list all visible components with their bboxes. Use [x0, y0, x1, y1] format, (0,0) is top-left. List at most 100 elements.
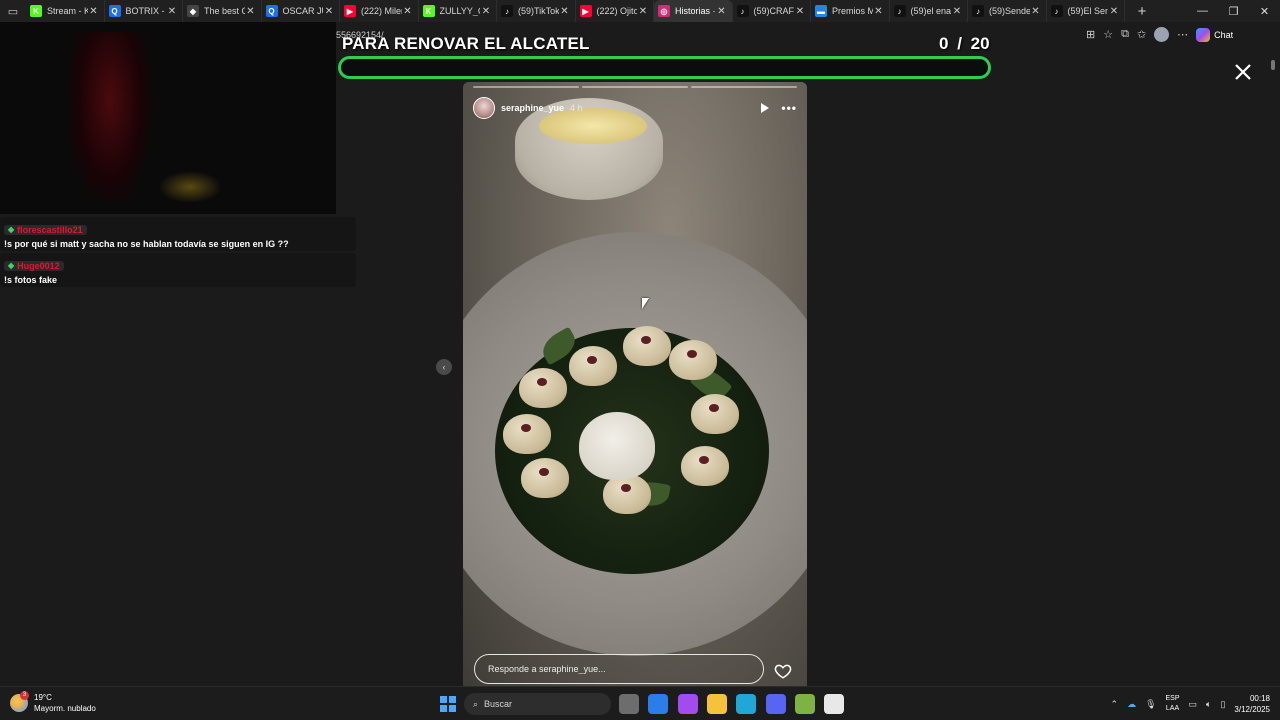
- browser-tab[interactable]: ▶ (222) Miler ✕: [340, 0, 419, 22]
- tab-close-icon[interactable]: ✕: [88, 6, 100, 17]
- heart-icon[interactable]: [774, 662, 792, 680]
- favorite-star-icon[interactable]: ☆: [1103, 28, 1113, 41]
- copilot-icon: [1196, 27, 1211, 42]
- language-indicator[interactable]: ESP LAA: [1166, 694, 1180, 714]
- more-options-icon[interactable]: •••: [781, 101, 797, 115]
- tiktok-icon: ♪: [1050, 5, 1063, 17]
- profile-avatar[interactable]: [1154, 27, 1170, 42]
- copilot-chat-label: Chat: [1214, 29, 1234, 40]
- previous-story-button[interactable]: ‹: [436, 359, 452, 375]
- tab-list: KStream - K✕QBOTRIX - E✕◆The best C✕QOSC…: [26, 0, 1125, 22]
- kick-icon: K: [422, 5, 435, 17]
- volume-icon[interactable]: 🔈︎: [1206, 699, 1211, 710]
- windows-start-icon[interactable]: [440, 696, 456, 712]
- edge-icon[interactable]: [736, 694, 757, 714]
- browser-tab[interactable]: ♪ (59)Sende ✕: [968, 0, 1047, 22]
- discord-icon[interactable]: [765, 694, 786, 714]
- tab-close-icon[interactable]: ✕: [794, 6, 806, 17]
- file-explorer-icon[interactable]: [706, 694, 727, 714]
- tab-title: Stream - K: [47, 6, 88, 16]
- browser-tab[interactable]: K Stream - K ✕: [26, 0, 105, 22]
- system-tray: ⌃ ☁ 🎙︎ ESP LAA ▭ 🔈︎ ▯ 00:18 3/12/2025: [1111, 693, 1270, 715]
- tab-close-icon[interactable]: ✕: [637, 6, 649, 17]
- diamond-icon: ◆: [187, 5, 199, 17]
- minimize-button[interactable]: —: [1187, 0, 1218, 22]
- browser-tab[interactable]: ♪ (59)El Sen ✕: [1047, 0, 1125, 22]
- xbox-icon[interactable]: [794, 694, 815, 714]
- tab-title: ZULLYY_C3: [439, 6, 481, 16]
- avatar[interactable]: [473, 97, 495, 119]
- new-tab-button[interactable]: +: [1131, 3, 1153, 20]
- show-hidden-icons-icon[interactable]: ⌃: [1111, 699, 1119, 710]
- chrome-icon[interactable]: [824, 694, 845, 714]
- story-header: seraphine_yue 4 h •••: [473, 96, 797, 120]
- goal-title: PARA RENOVAR EL ALCATEL: [342, 34, 590, 53]
- tab-title: BOTRIX - E: [125, 6, 167, 16]
- chat-text: !s fotos fake: [4, 275, 58, 285]
- tab-close-icon[interactable]: ✕: [873, 6, 885, 17]
- tab-close-icon[interactable]: ✕: [951, 6, 963, 17]
- browser-tab-strip: ▭ KStream - K✕QBOTRIX - E✕◆The best C✕QO…: [0, 0, 1280, 22]
- tab-close-icon[interactable]: ✕: [716, 6, 728, 17]
- tab-title: (222) Miler: [361, 6, 402, 16]
- reply-input[interactable]: [474, 654, 764, 684]
- mouse-cursor-icon: [642, 298, 649, 309]
- close-icon[interactable]: [1234, 63, 1252, 81]
- tab-close-icon[interactable]: ✕: [480, 6, 492, 17]
- tab-close-icon[interactable]: ✕: [1030, 6, 1042, 17]
- play-icon[interactable]: [761, 103, 770, 113]
- extensions-icon[interactable]: ⧉: [1121, 28, 1129, 41]
- browser-tab[interactable]: Q BOTRIX - E✕: [105, 0, 183, 22]
- tab-close-icon[interactable]: ✕: [559, 6, 571, 17]
- store-icon[interactable]: [648, 694, 669, 714]
- kick-icon: K: [30, 5, 42, 17]
- search-icon: Q: [265, 5, 278, 17]
- cloudy-weather-icon: 3: [10, 691, 29, 712]
- copilot-app-icon[interactable]: [677, 694, 698, 714]
- more-menu-icon[interactable]: ⋯: [1177, 28, 1188, 41]
- browser-tab[interactable]: ▬ Premios M ✕: [811, 0, 890, 22]
- tab-actions-icon[interactable]: ▭: [0, 0, 26, 22]
- story-card[interactable]: seraphine_yue 4 h •••: [463, 82, 807, 694]
- search-icon: Q: [108, 5, 121, 17]
- browser-tab[interactable]: ♪ (59)TikTok ✕: [497, 0, 576, 22]
- split-screen-icon[interactable]: ⊞: [1086, 28, 1095, 41]
- youtube-icon: ▶: [579, 5, 592, 17]
- story-username[interactable]: seraphine_yue: [501, 103, 564, 113]
- browser-tab[interactable]: K ZULLYY_C3✕: [419, 0, 497, 22]
- browser-tab[interactable]: ◆ The best C ✕: [183, 0, 262, 22]
- browser-tab[interactable]: ♪ (59)el ena ✕: [890, 0, 968, 22]
- page-icon: ▬: [815, 5, 827, 17]
- weather-widget[interactable]: 3 19°C Mayorm. nublado: [10, 691, 96, 714]
- browser-tab[interactable]: ♪ (59)CRAFT✕: [733, 0, 811, 22]
- browser-tab[interactable]: Q OSCAR JU✕: [262, 0, 340, 22]
- task-view-icon[interactable]: [619, 694, 639, 714]
- tab-title: (59)Sende: [989, 6, 1030, 16]
- tab-close-icon[interactable]: ✕: [1108, 6, 1120, 17]
- tab-close-icon[interactable]: ✕: [402, 6, 414, 17]
- copilot-chat-button[interactable]: Chat: [1196, 27, 1234, 42]
- chat-username: ◆ florescastillo21: [4, 224, 87, 235]
- scrollbar[interactable]: [1270, 60, 1276, 680]
- close-window-button[interactable]: ✕: [1249, 0, 1280, 22]
- restore-button[interactable]: ❐: [1218, 0, 1249, 22]
- taskbar-search[interactable]: ⌕ Buscar: [464, 693, 611, 715]
- microphone-icon[interactable]: 🎙︎: [1145, 699, 1156, 710]
- tiktok-icon: ♪: [893, 5, 906, 17]
- tab-close-icon[interactable]: ✕: [323, 6, 335, 17]
- webcam-overlay: [0, 22, 336, 214]
- system-clock[interactable]: 00:18 3/12/2025: [1234, 693, 1270, 715]
- onedrive-icon[interactable]: ☁: [1127, 699, 1136, 710]
- windows-taskbar: 3 19°C Mayorm. nublado ⌕ Buscar ⌃ ☁ 🎙︎ E…: [0, 686, 1280, 720]
- tab-close-icon[interactable]: ✕: [245, 6, 257, 17]
- tab-title: The best C: [204, 6, 245, 16]
- tiktok-icon: ♪: [972, 5, 984, 17]
- favorites-icon[interactable]: ✩: [1137, 28, 1146, 41]
- browser-tab[interactable]: ◎ Historias · ✕: [654, 0, 733, 22]
- youtube-icon: ▶: [344, 5, 356, 17]
- story-timestamp: 4 h: [570, 103, 583, 113]
- battery-icon[interactable]: ▯: [1220, 699, 1225, 710]
- browser-tab[interactable]: ▶ (222) Ojito ✕: [576, 0, 654, 22]
- tab-close-icon[interactable]: ✕: [166, 6, 178, 17]
- network-icon[interactable]: ▭: [1189, 699, 1198, 710]
